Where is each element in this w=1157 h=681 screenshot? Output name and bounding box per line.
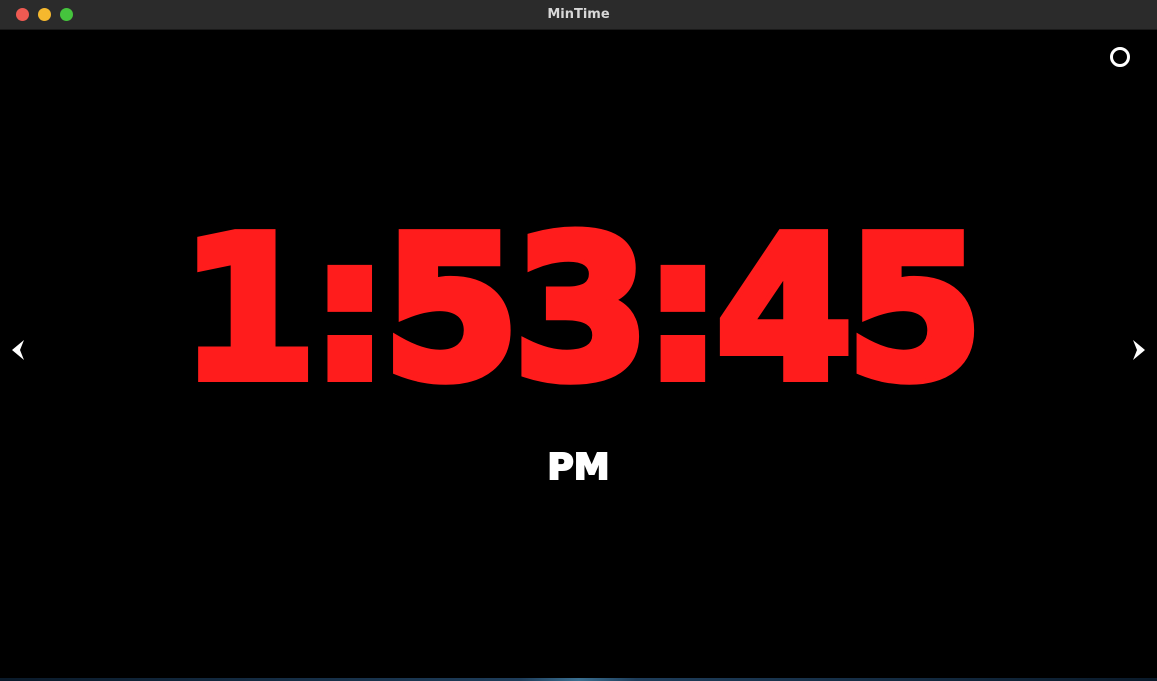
window-title: MinTime bbox=[547, 7, 610, 22]
clock-view: 1:53:45 PM bbox=[0, 30, 1157, 681]
time-display: 1:53:45 bbox=[175, 191, 988, 429]
title-bar[interactable]: MinTime bbox=[0, 0, 1157, 30]
settings-circle-icon[interactable] bbox=[1110, 47, 1130, 67]
am-pm-indicator: PM bbox=[546, 446, 610, 489]
app-window: MinTime 1:53:45 PM bbox=[0, 0, 1157, 681]
